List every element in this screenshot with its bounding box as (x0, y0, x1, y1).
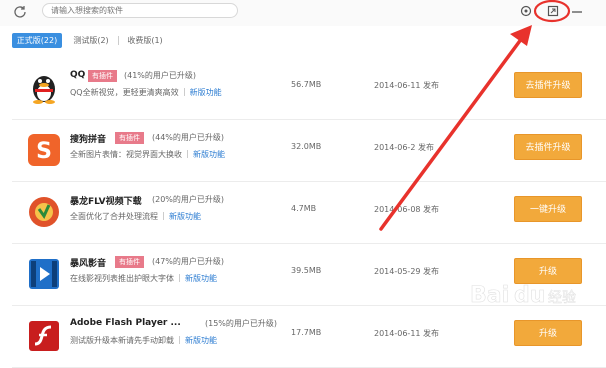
tab-official[interactable]: 正式版(22) (12, 33, 62, 48)
app-description: 全新图片表情：视觉界面大换收 新版功能 (70, 149, 225, 160)
file-size: 17.7MB (291, 328, 322, 337)
settings-icon[interactable] (519, 4, 533, 18)
app-name: 搜狗拼音 (70, 135, 107, 145)
whats-new-link[interactable]: 新版功能 (190, 88, 222, 97)
upgrade-button[interactable]: 升级 (514, 320, 582, 346)
whats-new-link[interactable]: 新版功能 (185, 336, 217, 345)
upgrade-rate: (15%的用户已升级) (205, 319, 278, 328)
flash-player-icon (29, 321, 59, 351)
plugin-badge: 有插件 (115, 132, 144, 144)
app-description: QQ全新视觉，更轻更清爽高效 新版功能 (70, 87, 222, 98)
release-date: 2014-06-11 发布 (374, 81, 440, 90)
flv-download-icon (29, 197, 59, 227)
svg-text:S: S (36, 139, 52, 164)
whats-new-link[interactable]: 新版功能 (169, 212, 201, 221)
file-size: 56.7MB (291, 80, 322, 89)
tab-beta[interactable]: 测试版(2) (66, 33, 116, 48)
search-box[interactable] (42, 3, 239, 18)
qq-penguin-icon (33, 76, 55, 104)
upgrade-button[interactable]: 去插件升级 (514, 134, 582, 160)
refresh-icon[interactable] (12, 4, 28, 20)
upgrade-rate: (41%的用户已升级) (124, 71, 197, 80)
upgrade-rate: (47%的用户已升级) (152, 257, 225, 266)
app-description: 全面优化了合并处理流程 新版功能 (70, 211, 201, 222)
tab-divider (118, 36, 119, 45)
list-item: Adobe Flash Player ... (15%的用户已升级) 测试版升级… (12, 306, 606, 368)
app-name: 暴龙FLV视频下载 (70, 197, 142, 207)
svg-text:Bai: Bai (470, 283, 509, 308)
plugin-badge: 有插件 (115, 256, 144, 268)
app-name: 暴风影音 (70, 259, 107, 269)
release-date: 2014-06-08 发布 (374, 205, 440, 214)
whats-new-link[interactable]: 新版功能 (193, 150, 225, 159)
svg-text:经验: 经验 (548, 290, 576, 306)
file-size: 4.7MB (291, 204, 317, 213)
release-date: 2014-06-11 发布 (374, 329, 440, 338)
release-date: 2014-06-2 发布 (374, 143, 434, 152)
list-item: QQ 有插件 (41%的用户已升级) QQ全新视觉，更轻更清爽高效 新版功能 56… (12, 58, 606, 120)
svg-text:du: du (514, 283, 545, 308)
plugin-badge: 有插件 (88, 70, 117, 82)
baidu-jingyan-watermark: Bai du 经验 (470, 276, 600, 312)
upgrade-button[interactable]: 去插件升级 (514, 72, 582, 98)
upgrade-button[interactable]: 一键升级 (514, 196, 582, 222)
description-text: 测试版升级本新请先手动卸载 (70, 336, 174, 345)
list-item: S 搜狗拼音 有插件 (44%的用户已升级) 全新图片表情：视觉界面大换收 新版功… (12, 120, 606, 182)
description-text: QQ全新视觉，更轻更清爽高效 (70, 88, 179, 97)
whats-new-link[interactable]: 新版功能 (185, 274, 217, 283)
sogou-pinyin-icon: S (28, 134, 60, 166)
file-size: 39.5MB (291, 266, 322, 275)
release-date: 2014-05-29 发布 (374, 267, 440, 276)
upgrade-rate: (20%的用户已升级) (152, 195, 225, 204)
app-description: 在线影视列表推出护眼大字体 新版功能 (70, 273, 217, 284)
list-item: 暴龙FLV视频下载 (20%的用户已升级) 全面优化了合并处理流程 新版功能 4.… (12, 182, 606, 244)
description-text: 全新图片表情：视觉界面大换收 (70, 150, 182, 159)
minimize-icon[interactable] (570, 4, 584, 18)
app-name: QQ (70, 70, 86, 80)
app-description: 测试版升级本新请先手动卸载 新版功能 (70, 335, 217, 346)
maximize-icon[interactable] (546, 4, 560, 18)
description-text: 在线影视列表推出护眼大字体 (70, 274, 174, 283)
tab-paid[interactable]: 收费版(1) (120, 33, 170, 48)
baofeng-player-icon (29, 259, 59, 289)
annotation-arrow-head (510, 25, 532, 46)
search-input[interactable] (45, 4, 239, 17)
file-size: 32.0MB (291, 142, 322, 151)
description-text: 全面优化了合并处理流程 (70, 212, 158, 221)
top-bar (0, 0, 606, 26)
upgrade-rate: (44%的用户已升级) (152, 133, 225, 142)
